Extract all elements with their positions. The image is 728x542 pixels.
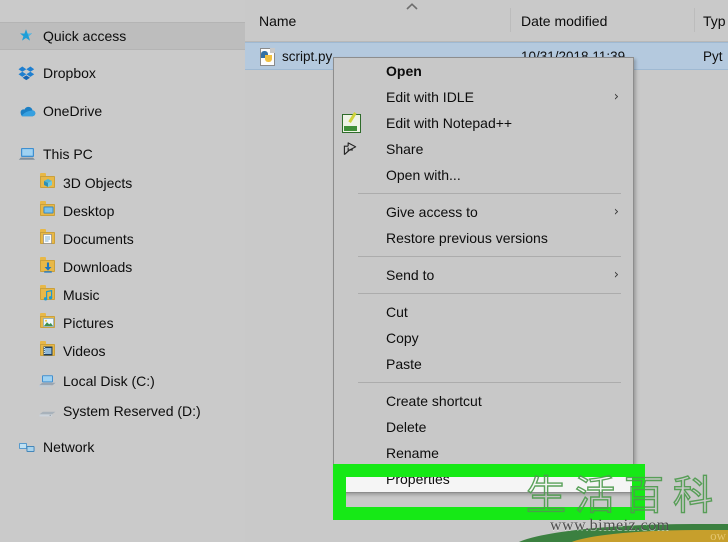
- sidebar-item-dropbox[interactable]: Dropbox: [0, 60, 245, 86]
- sidebar-item-label: Dropbox: [43, 65, 96, 81]
- sidebar-item-network[interactable]: Network: [0, 434, 245, 460]
- column-header-name[interactable]: Name: [259, 13, 296, 29]
- menu-item-label: Share: [386, 141, 424, 157]
- sidebar-item-documents[interactable]: Documents: [0, 226, 245, 252]
- menu-item-paste[interactable]: Paste: [334, 351, 633, 377]
- sidebar-item-quick-access[interactable]: Quick access: [0, 22, 245, 50]
- menu-item-label: Restore previous versions: [386, 230, 548, 246]
- menu-item-label: Give access to: [386, 204, 478, 220]
- chevron-right-icon: ›: [613, 204, 619, 220]
- sidebar-item-label: Downloads: [63, 259, 133, 275]
- network-icon: [18, 438, 38, 456]
- sidebar-item-videos[interactable]: Videos: [0, 338, 245, 364]
- local-disk-icon: [38, 372, 58, 390]
- sidebar-item-label: Documents: [63, 231, 134, 247]
- sidebar-item-label: 3D Objects: [63, 175, 133, 191]
- folder-documents-icon: [38, 229, 58, 248]
- sidebar-item-music[interactable]: Music: [0, 282, 245, 308]
- menu-item-label: Open with...: [386, 167, 461, 183]
- sidebar-item-onedrive[interactable]: OneDrive: [0, 98, 245, 124]
- folder-desktop-icon: [38, 201, 58, 220]
- menu-item-label: Edit with IDLE: [386, 89, 474, 105]
- folder-3d-icon: [38, 173, 58, 192]
- folder-music-icon: [38, 285, 58, 304]
- menu-separator: [358, 256, 621, 257]
- navigation-pane: Quick access Dropbox OneDrive This PC 3D Obj…: [0, 0, 245, 542]
- menu-item-rename[interactable]: Rename: [334, 440, 633, 466]
- menu-separator: [358, 193, 621, 194]
- sidebar-item-label: Local Disk (C:): [63, 373, 155, 389]
- menu-item-label: Copy: [386, 330, 419, 346]
- menu-item-label: Send to: [386, 267, 435, 283]
- column-divider[interactable]: [510, 8, 511, 32]
- sidebar-item-this-pc[interactable]: This PC: [0, 141, 245, 167]
- menu-item-share[interactable]: Share: [334, 136, 633, 162]
- file-explorer-window: Quick access Dropbox OneDrive This PC 3D Obj…: [0, 0, 728, 542]
- menu-item-label: Rename: [386, 445, 439, 461]
- menu-item-copy[interactable]: Copy: [334, 325, 633, 351]
- menu-item-label: Open: [386, 63, 422, 79]
- menu-item-cut[interactable]: Cut: [334, 299, 633, 325]
- folder-videos-icon: [38, 341, 58, 360]
- sidebar-item-desktop[interactable]: Desktop: [0, 198, 245, 224]
- sidebar-item-label: This PC: [43, 146, 93, 162]
- sidebar-item-label: Quick access: [43, 28, 127, 44]
- menu-item-edit-with-notepad[interactable]: Edit with Notepad++: [334, 110, 633, 136]
- sidebar-item-label: Desktop: [63, 203, 115, 219]
- sidebar-item-downloads[interactable]: Downloads: [0, 254, 245, 280]
- menu-item-delete[interactable]: Delete: [334, 414, 633, 440]
- sidebar-item-label: Network: [43, 439, 95, 455]
- menu-separator: [358, 293, 621, 294]
- star-icon: [18, 27, 38, 45]
- sidebar-item-label: Videos: [63, 343, 106, 359]
- menu-item-open[interactable]: Open: [334, 58, 633, 84]
- sidebar-item-3d-objects[interactable]: 3D Objects: [0, 170, 245, 196]
- menu-item-open-with[interactable]: Open with...: [334, 162, 633, 188]
- menu-item-label: Delete: [386, 419, 427, 435]
- file-name-cell[interactable]: script.py: [259, 43, 332, 69]
- chevron-right-icon: ›: [613, 267, 619, 283]
- share-icon: [342, 140, 360, 158]
- drive-icon: [38, 402, 58, 420]
- menu-item-label: Create shortcut: [386, 393, 482, 409]
- context-menu: Open Edit with IDLE › Edit with Notepad++ Sh…: [333, 57, 634, 493]
- computer-icon: [18, 145, 38, 163]
- menu-item-restore-previous-versions[interactable]: Restore previous versions: [334, 225, 633, 251]
- dropbox-icon: [18, 64, 38, 82]
- menu-item-properties[interactable]: Properties: [334, 466, 633, 492]
- menu-item-label: Properties: [386, 471, 450, 487]
- menu-item-give-access-to[interactable]: Give access to ›: [334, 199, 633, 225]
- column-header-type[interactable]: Typ: [703, 13, 726, 29]
- python-file-icon: [259, 47, 276, 66]
- onedrive-cloud-icon: [18, 102, 38, 120]
- column-header-date-modified[interactable]: Date modified: [521, 13, 607, 29]
- chevron-up-icon: [405, 2, 419, 12]
- menu-item-edit-with-idle[interactable]: Edit with IDLE ›: [334, 84, 633, 110]
- column-header-bar: Name Date modified Typ: [245, 0, 728, 42]
- sidebar-item-label: System Reserved (D:): [63, 403, 201, 419]
- chevron-right-icon: ›: [613, 89, 619, 105]
- column-divider[interactable]: [694, 8, 695, 32]
- menu-item-label: Cut: [386, 304, 408, 320]
- file-name-label: script.py: [282, 48, 333, 64]
- menu-separator: [358, 382, 621, 383]
- menu-item-label: Edit with Notepad++: [386, 115, 513, 131]
- folder-downloads-icon: [38, 257, 58, 276]
- folder-pictures-icon: [38, 313, 58, 332]
- file-type-label: Pyt: [703, 48, 723, 64]
- sidebar-item-label: OneDrive: [43, 103, 103, 119]
- sidebar-item-local-disk-c[interactable]: Local Disk (C:): [0, 368, 245, 394]
- menu-item-label: Paste: [386, 356, 422, 372]
- sidebar-item-label: Music: [63, 287, 100, 303]
- notepadpp-icon: [342, 112, 361, 133]
- sidebar-item-label: Pictures: [63, 315, 114, 331]
- menu-item-create-shortcut[interactable]: Create shortcut: [334, 388, 633, 414]
- menu-item-send-to[interactable]: Send to ›: [334, 262, 633, 288]
- sidebar-item-pictures[interactable]: Pictures: [0, 310, 245, 336]
- sidebar-item-system-reserved-d[interactable]: System Reserved (D:): [0, 398, 245, 424]
